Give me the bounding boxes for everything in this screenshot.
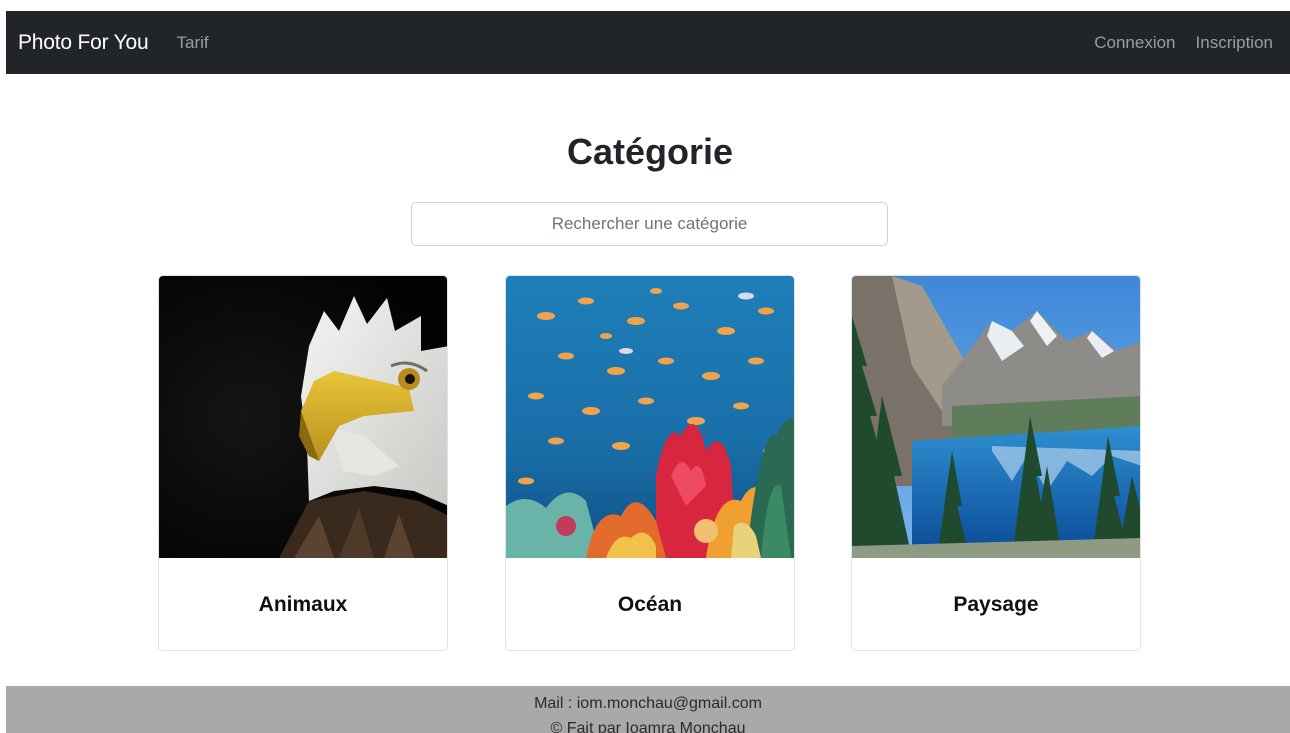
category-card-paysage[interactable]: Paysage: [851, 275, 1141, 651]
coral-reef-photo: [506, 276, 794, 558]
mountain-lake-photo: [852, 276, 1140, 558]
navbar: Photo For You Tarif Connexion Inscriptio…: [6, 11, 1290, 74]
eagle-photo: [159, 276, 447, 558]
brand-link[interactable]: Photo For You: [18, 31, 149, 55]
category-label: Animaux: [258, 593, 348, 616]
footer-credit: © Fait par Ioamra Monchau: [550, 720, 746, 733]
category-label: Océan: [617, 593, 683, 616]
category-label: Paysage: [953, 593, 1039, 616]
page-title: Catégorie: [566, 131, 734, 172]
nav-right-links: Connexion Inscription: [1094, 33, 1278, 53]
category-card-animaux[interactable]: Animaux: [158, 275, 448, 651]
category-card-ocean[interactable]: Océan: [505, 275, 795, 651]
nav-link-inscription[interactable]: Inscription: [1196, 33, 1273, 53]
footer: Mail : iom.monchau@gmail.com © Fait par …: [6, 686, 1290, 733]
footer-mail: Mail : iom.monchau@gmail.com: [534, 695, 762, 712]
page: Photo For You Tarif Connexion Inscriptio…: [0, 0, 1290, 733]
search-input[interactable]: [411, 202, 888, 246]
nav-link-connexion[interactable]: Connexion: [1094, 33, 1175, 53]
nav-link-tarif[interactable]: Tarif: [177, 33, 209, 53]
